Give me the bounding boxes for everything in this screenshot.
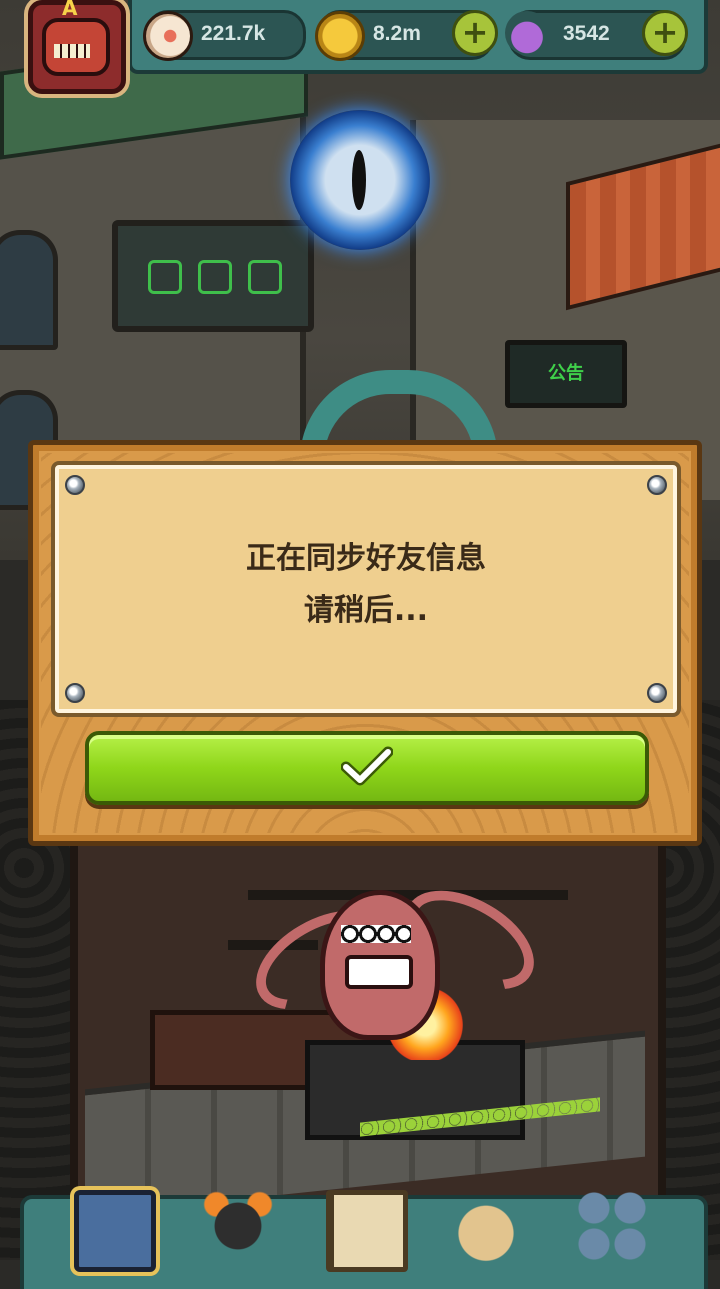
rivet-icon (65, 683, 85, 703)
rivet-icon (65, 475, 85, 495)
sync-dialog: 正在同步好友信息 请稍后... (28, 440, 702, 846)
rivet-icon (647, 475, 667, 495)
book-icon (326, 1190, 408, 1272)
modal-overlay: 正在同步好友信息 请稍后... (0, 0, 720, 1280)
nav-monster-button[interactable] (192, 1180, 284, 1272)
nav-building-button[interactable] (64, 1180, 156, 1272)
nav-money-bag-button[interactable] (440, 1180, 532, 1272)
dialog-message-line1: 正在同步好友信息 (246, 541, 486, 576)
dialog-parchment: 正在同步好友信息 请稍后... (55, 465, 677, 713)
monster-icon (202, 1190, 274, 1262)
checkmark-icon (341, 746, 393, 786)
building-icon (74, 1190, 156, 1272)
nav-grid-menu-button[interactable] (566, 1180, 658, 1272)
money-bag-icon (450, 1190, 522, 1262)
dialog-message-line2: 请稍后... (303, 593, 429, 628)
grid-menu-icon (576, 1190, 648, 1262)
rivet-icon (647, 683, 667, 703)
confirm-button[interactable] (85, 731, 649, 805)
nav-book-button[interactable] (316, 1180, 408, 1272)
